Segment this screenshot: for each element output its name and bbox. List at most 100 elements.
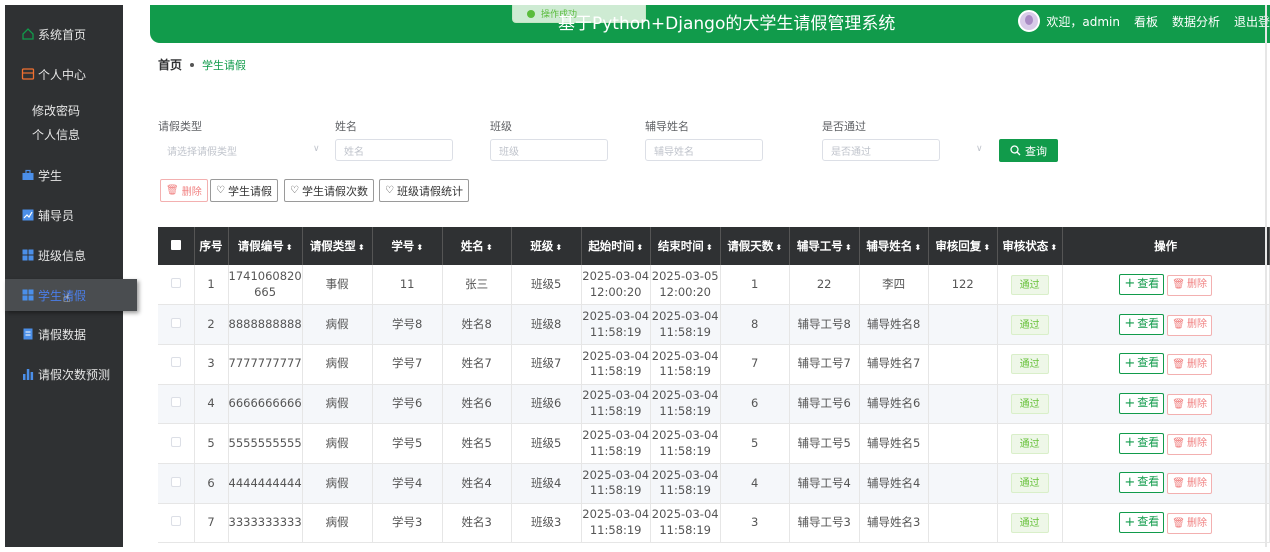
cell-index: 3: [194, 344, 229, 385]
trash-icon: 🗑︎: [166, 185, 179, 196]
breadcrumb-home[interactable]: 首页: [158, 56, 182, 73]
student-leave-count-button[interactable]: ♡ 学生请假次数: [284, 179, 374, 202]
class-input[interactable]: 班级: [490, 139, 608, 161]
welcome-text: 欢迎，admin: [1046, 14, 1120, 29]
scrollbar-track[interactable]: [1265, 5, 1267, 547]
column-header-sortable[interactable]: 请假天数 ⬍: [720, 227, 790, 265]
cell-class: 班级7: [511, 344, 582, 385]
cell-end-time: 2025-03-04 11:58:19: [650, 463, 721, 504]
view-button[interactable]: + 查看: [1119, 313, 1165, 335]
column-header-sortable[interactable]: 结束时间 ⬍: [650, 227, 721, 265]
cell-student-no: 学号6: [372, 384, 443, 425]
column-header-sortable[interactable]: 审核回复 ⬍: [928, 227, 998, 265]
chevron-down-icon: ∨: [976, 144, 983, 154]
grid-icon: [20, 288, 35, 303]
name-input[interactable]: 姓名: [335, 139, 453, 161]
sidebar-subitem-personal-info[interactable]: 个人信息: [5, 126, 123, 143]
status-badge: 通过: [1010, 393, 1049, 414]
view-button[interactable]: + 查看: [1119, 432, 1165, 454]
class-label: 班级: [490, 120, 512, 133]
cell-class: 班级3: [511, 503, 582, 544]
sidebar-item-personal-center[interactable]: 个人中心: [5, 59, 123, 89]
sidebar-item-label: 班级信息: [38, 248, 87, 263]
search-icon: [1010, 145, 1021, 156]
delete-button[interactable]: 🗑︎ 删除: [1167, 512, 1212, 534]
approved-label: 是否通过: [822, 120, 866, 133]
view-button[interactable]: + 查看: [1119, 511, 1165, 533]
cell-leave-code: 8888888888: [228, 304, 303, 345]
counselor-name-input[interactable]: 辅导姓名: [645, 139, 763, 161]
column-header-sortable[interactable]: 起始时间 ⬍: [581, 227, 651, 265]
heart-icon: ♡: [290, 185, 299, 196]
sidebar-item-leave-data[interactable]: 请假数据: [5, 319, 123, 349]
delete-button[interactable]: 🗑︎ 删除: [1167, 473, 1212, 495]
row-checkbox[interactable]: [158, 304, 195, 345]
view-button[interactable]: + 查看: [1119, 353, 1165, 375]
avatar[interactable]: [1018, 10, 1041, 32]
view-button[interactable]: + 查看: [1119, 472, 1165, 494]
cell-leave-code: 4444444444: [228, 463, 303, 504]
delete-button[interactable]: 🗑︎ 删除: [1167, 433, 1212, 455]
cell-start-time: 2025-03-04 11:58:19: [581, 384, 651, 425]
row-checkbox[interactable]: [158, 344, 195, 385]
data-analysis-link[interactable]: 数据分析: [1172, 13, 1220, 30]
sidebar-item-student-leave[interactable]: 学生请假: [5, 279, 137, 311]
cell-leave-code: 3333333333: [228, 503, 303, 544]
row-checkbox[interactable]: [158, 463, 195, 504]
cell-counselor-name: 辅导姓名7: [859, 344, 929, 385]
sidebar-item-home[interactable]: 系统首页: [5, 19, 123, 49]
column-header-sortable[interactable]: 姓名 ⬍: [442, 227, 512, 265]
column-header-sortable[interactable]: 辅导姓名 ⬍: [859, 227, 929, 265]
column-header-sortable[interactable]: 请假编号 ⬍: [228, 227, 303, 265]
cell-counselor-no: 辅导工号3: [789, 503, 860, 544]
sidebar-item-leave-prediction[interactable]: 请假次数预测: [5, 359, 123, 389]
plus-icon: +: [1124, 435, 1136, 451]
cell-days: 7: [720, 344, 790, 385]
cell-reply: [928, 423, 998, 464]
status-badge: 通过: [1010, 473, 1049, 494]
delete-button[interactable]: 🗑︎ 删除: [1167, 314, 1212, 336]
view-button[interactable]: + 查看: [1119, 273, 1165, 295]
sidebar-item-class-info[interactable]: 班级信息: [5, 240, 123, 270]
chevron-down-icon: ∨: [313, 144, 320, 154]
cell-reply: [928, 344, 998, 385]
sidebar-item-label: 学生: [38, 168, 63, 183]
app-title: 基于Python+Django的大学生请假管理系统: [558, 14, 896, 34]
app: 系统首页 个人中心 修改密码 个人信息 学生 辅导员 班级信息 学生请假 请假数…: [0, 0, 1270, 552]
row-checkbox[interactable]: [158, 503, 195, 544]
column-header-sortable[interactable]: 辅导工号 ⬍: [789, 227, 860, 265]
chart-icon: [20, 208, 35, 223]
leave-type-select[interactable]: 请选择请假类型: [158, 139, 328, 161]
status-badge: 通过: [1010, 314, 1049, 335]
column-header-sortable[interactable]: 班级 ⬍: [511, 227, 582, 265]
column-header-sortable[interactable]: 审核状态 ⬍: [997, 227, 1063, 265]
column-header-sortable[interactable]: 学号 ⬍: [372, 227, 443, 265]
delete-button[interactable]: 🗑︎ 删除: [1167, 354, 1212, 376]
row-checkbox[interactable]: [158, 265, 195, 306]
cell-class: 班级8: [511, 304, 582, 345]
delete-button[interactable]: 🗑︎ 删除: [1167, 393, 1212, 415]
dashboard-link[interactable]: 看板: [1134, 13, 1158, 30]
sidebar-item-counselor[interactable]: 辅导员: [5, 200, 123, 230]
delete-button[interactable]: 🗑︎ 删除: [1167, 274, 1212, 296]
trash-icon: 🗑︎: [1172, 478, 1185, 490]
select-all-checkbox[interactable]: [158, 227, 195, 265]
row-checkbox[interactable]: [158, 384, 195, 425]
bulk-delete-button[interactable]: 🗑︎ 删除: [160, 179, 208, 202]
column-header-sortable[interactable]: 请假类型 ⬍: [302, 227, 373, 265]
view-button[interactable]: + 查看: [1119, 392, 1165, 414]
approved-select[interactable]: 是否通过: [822, 139, 940, 161]
student-leave-chart-button[interactable]: ♡ 学生请假: [210, 179, 278, 202]
cell-status: 通过: [997, 304, 1063, 345]
row-checkbox[interactable]: [158, 423, 195, 464]
class-leave-stats-button[interactable]: ♡ 班级请假统计: [379, 179, 469, 202]
cell-counselor-no: 辅导工号6: [789, 384, 860, 425]
search-button[interactable]: 查询: [999, 139, 1058, 162]
column-header: 操作: [1062, 227, 1270, 265]
cell-end-time: 2025-03-04 11:58:19: [650, 503, 721, 544]
cell-student-no: 学号4: [372, 463, 443, 504]
cell-leave-type: 事假: [302, 265, 373, 306]
cell-name: 姓名4: [442, 463, 512, 504]
sidebar-subitem-change-password[interactable]: 修改密码: [5, 102, 123, 119]
sidebar-item-student[interactable]: 学生: [5, 160, 123, 190]
